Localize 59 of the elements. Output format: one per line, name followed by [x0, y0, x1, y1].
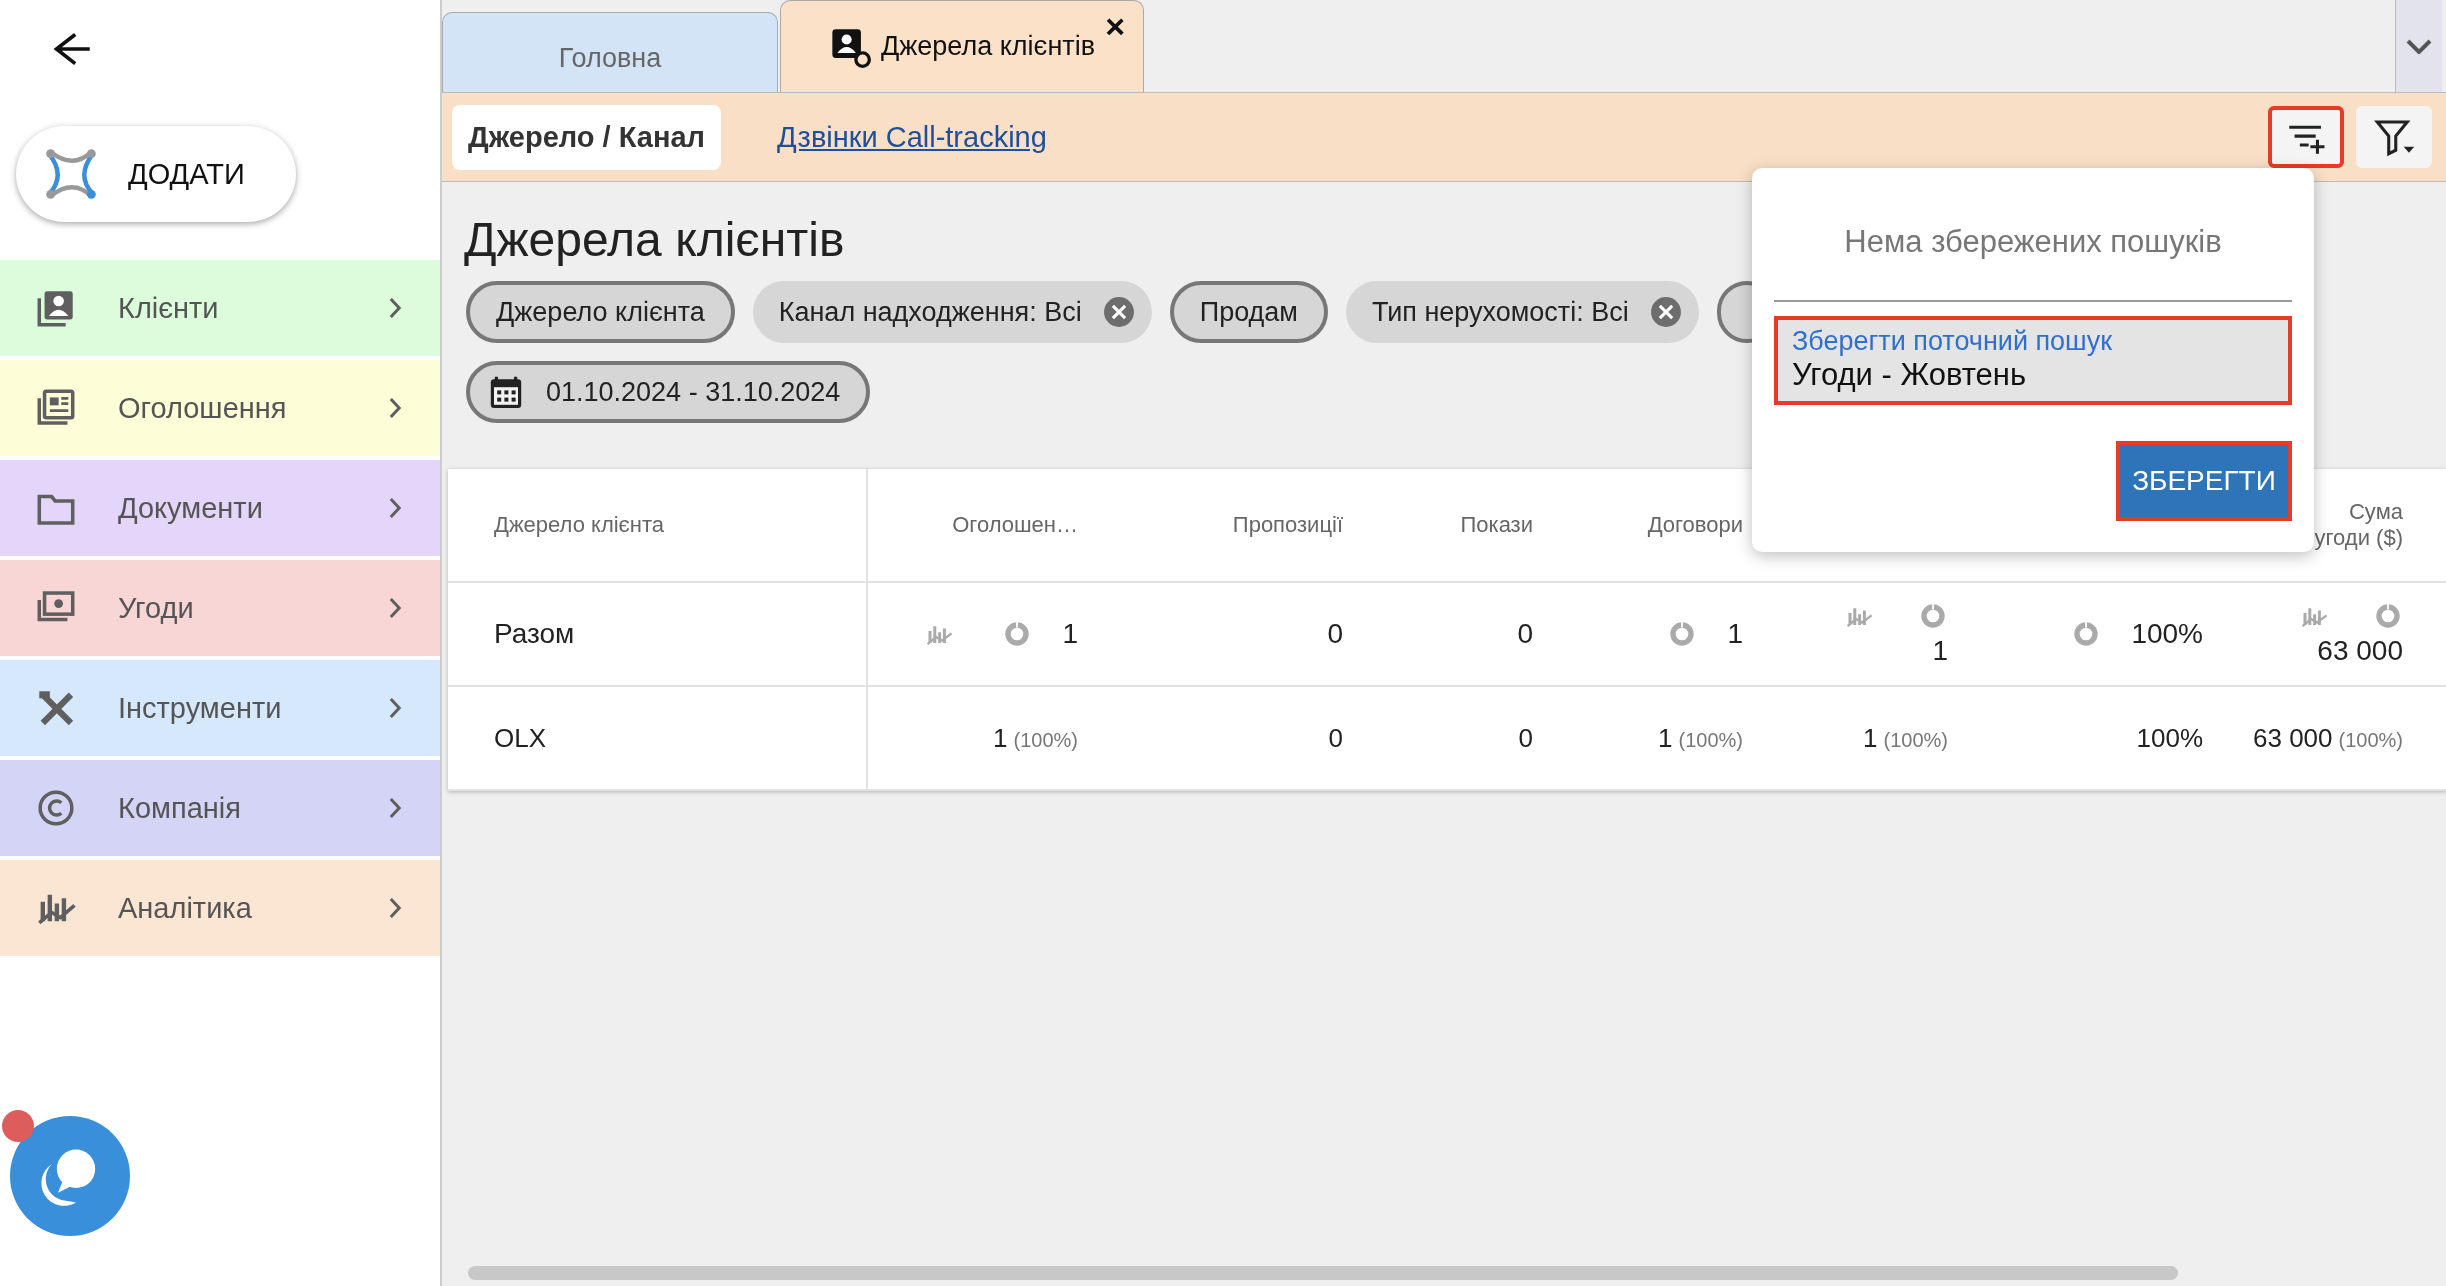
add-button[interactable]: ДОДАТИ — [16, 126, 296, 222]
tab[interactable]: Головна — [442, 12, 778, 92]
percent-note: (100%) — [1013, 728, 1078, 751]
menu-item[interactable]: Оголошення — [0, 360, 440, 456]
row-label: OLX — [494, 722, 547, 754]
percent-note: (100%) — [2338, 728, 2403, 751]
column-header[interactable]: Договори — [1647, 512, 1743, 538]
filter-button[interactable] — [2356, 106, 2432, 168]
column-header[interactable]: Джерело клієнта — [494, 512, 665, 538]
table-cell: 1 — [1932, 635, 1948, 666]
subtab[interactable]: Джерело / Канал — [452, 104, 721, 170]
row-label: Разом — [494, 618, 575, 650]
field-value: Угоди - Жовтень — [1792, 357, 2028, 393]
field-label: Зберегти поточний пошук — [1792, 326, 2114, 357]
caret-icon — [2406, 38, 2432, 54]
filter-chip[interactable]: Тип нерухомості: Всі — [1345, 281, 1699, 343]
remove-icon — [1101, 295, 1136, 329]
table-cell: 1 — [1863, 722, 1878, 753]
percent-note: (100%) — [1883, 728, 1948, 751]
table-cell: 1 — [1658, 722, 1673, 753]
table-cell: 0 — [1518, 722, 1533, 753]
chat-icon[interactable] — [10, 1116, 130, 1236]
menu-item[interactable]: Інструменти — [0, 660, 440, 756]
filter-chip[interactable]: Продам — [1169, 281, 1328, 343]
table-cell: 100% — [2131, 618, 2203, 649]
tabs-dropdown-button[interactable] — [2395, 0, 2442, 92]
table-cell: 1 — [1727, 618, 1743, 649]
menu-item[interactable]: Аналітика — [0, 860, 440, 956]
donut-icon[interactable] — [2373, 601, 2403, 631]
percent-note: (100%) — [1678, 728, 1743, 751]
menu-item[interactable]: Угоди — [0, 560, 440, 656]
menu-item[interactable]: Компанія — [0, 760, 440, 856]
save-filter-button[interactable] — [2268, 106, 2344, 168]
date-range-chip[interactable]: 01.10.2024 - 31.10.2024 — [466, 361, 871, 423]
table-cell: 63 000 — [2317, 635, 2403, 666]
table-cell: 0 — [1327, 618, 1343, 649]
remove-icon — [1648, 295, 1683, 329]
table-cell: 1 — [993, 722, 1008, 753]
table-cell: 100% — [2136, 722, 2203, 753]
save-button[interactable]: ЗБЕРЕГТИ — [2116, 441, 2292, 521]
table-cell: 0 — [1328, 722, 1343, 753]
scrollbar-thumb[interactable] — [468, 1266, 2178, 1280]
menu-item[interactable]: Документи — [0, 460, 440, 556]
column-header[interactable]: Пропозиції — [1232, 512, 1343, 538]
menu-item[interactable]: Клієнти — [0, 260, 440, 356]
column-header[interactable]: Оголошен… — [952, 512, 1078, 538]
link[interactable]: Дзвінки Call-tracking — [761, 104, 1063, 170]
donut-icon[interactable] — [1918, 601, 1948, 631]
table-cell: 63 000 — [2253, 722, 2333, 753]
column-header[interactable]: Покази — [1460, 512, 1533, 538]
search-name-field[interactable]: Зберегти поточний пошук Угоди - Жовтень — [1774, 316, 2292, 405]
tab[interactable]: Джерела клієнтів × — [780, 0, 1144, 92]
table-cell: 1 — [1062, 618, 1078, 649]
empty-message: Нема збережених пошуків — [1843, 224, 2223, 260]
table-cell: 0 — [1517, 618, 1533, 649]
page-title: Джерела клієнтів — [464, 212, 845, 267]
filter-chip[interactable]: Джерело клієнта — [466, 281, 735, 343]
filter-chip[interactable]: Канал надходження: Всі — [752, 281, 1152, 343]
close-button[interactable]: × — [1105, 9, 1125, 43]
